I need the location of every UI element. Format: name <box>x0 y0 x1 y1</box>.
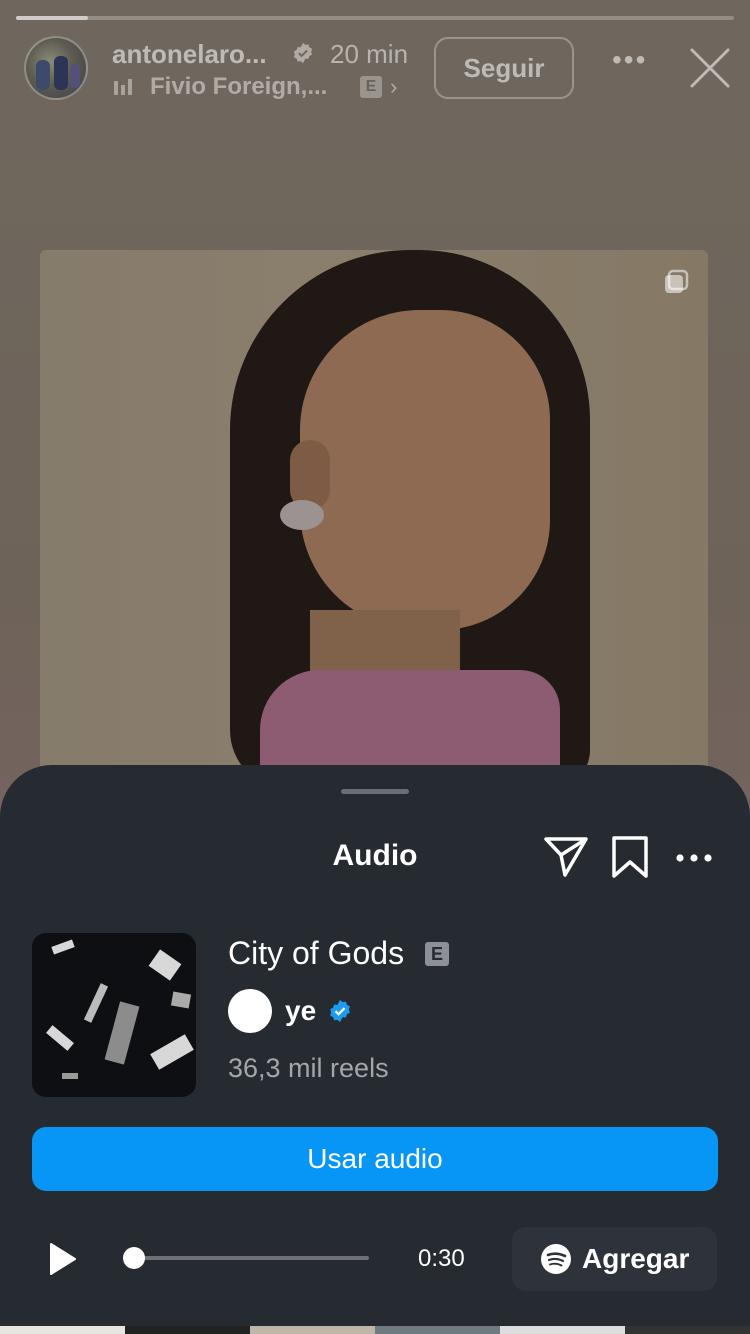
music-bars-icon <box>114 79 132 95</box>
track-duration: 0:30 <box>418 1245 465 1272</box>
play-icon[interactable] <box>44 1241 80 1277</box>
post-time: 20 min <box>330 39 409 69</box>
spotify-add-button[interactable]: Agregar <box>512 1227 717 1291</box>
explicit-badge: E <box>360 76 382 98</box>
user-avatar[interactable] <box>24 36 88 100</box>
more-icon[interactable] <box>674 843 714 873</box>
spotify-add-label: Agregar <box>582 1243 690 1274</box>
album-cover[interactable] <box>32 933 196 1097</box>
post-photo[interactable] <box>40 250 708 770</box>
explicit-badge: E <box>425 942 449 966</box>
reels-count[interactable]: 36,3 mil reels <box>228 1053 389 1084</box>
close-icon[interactable] <box>688 46 732 90</box>
use-audio-button[interactable]: Usar audio <box>32 1127 718 1191</box>
artist-name[interactable]: ye <box>285 995 316 1027</box>
seek-knob[interactable] <box>123 1247 145 1269</box>
story-header: antonelaro... 20 min Fivio Foreign,... E… <box>0 30 750 110</box>
sheet-grabber[interactable] <box>341 789 409 794</box>
username[interactable]: antonelaro... <box>112 39 267 70</box>
chevron-right-icon: › <box>390 74 398 99</box>
story-progress-fill <box>16 16 88 20</box>
more-icon[interactable]: ••• <box>612 44 647 76</box>
verified-icon <box>330 1000 350 1022</box>
artist-avatar[interactable] <box>228 989 272 1033</box>
feed-preview-strip <box>0 1326 750 1334</box>
follow-button[interactable]: Seguir <box>434 37 574 99</box>
track-title: City of Gods <box>228 935 405 971</box>
bookmark-icon[interactable] <box>610 835 650 879</box>
carousel-icon <box>665 269 689 293</box>
playback-seek-bar[interactable] <box>123 1247 369 1269</box>
verified-icon <box>293 42 313 64</box>
share-icon[interactable] <box>543 835 589 879</box>
audio-sheet: Audio City of Gods E ye 36,3 mil reels U… <box>0 765 750 1334</box>
story-progress-bar <box>16 16 734 20</box>
music-attribution[interactable]: Fivio Foreign,... E › <box>114 72 397 102</box>
spotify-icon <box>541 1244 571 1274</box>
music-label: Fivio Foreign,... <box>150 73 328 100</box>
